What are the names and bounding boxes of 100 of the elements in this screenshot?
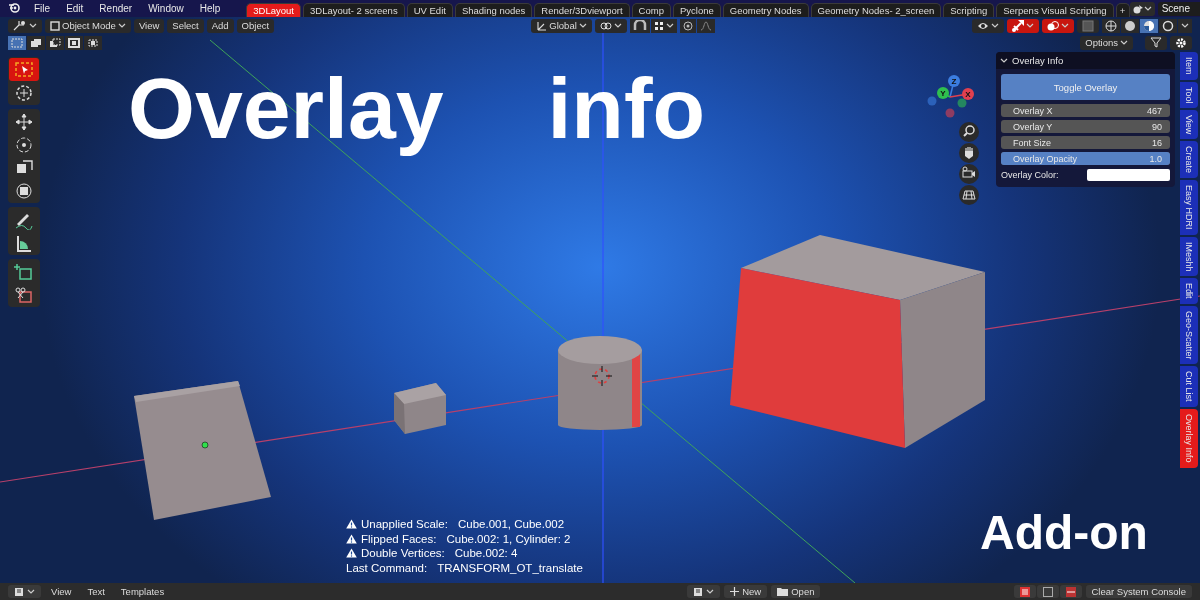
editor-type-button[interactable] [8, 18, 42, 33]
shading-button[interactable] [1102, 18, 1120, 33]
sidebar-tab[interactable]: IMeshh [1180, 236, 1198, 277]
shading-button[interactable] [1121, 18, 1139, 33]
circles-icon [1047, 19, 1059, 32]
panel-title: Overlay Info [1012, 55, 1064, 66]
caret-icon [1120, 39, 1128, 46]
menu-button[interactable]: Object [236, 18, 275, 33]
grid-icon[interactable] [959, 185, 979, 205]
info-value: Cube.002: 1, Cylinder: 2 [446, 531, 571, 546]
options-dropdown[interactable]: Options [1080, 35, 1133, 50]
workspace-tab[interactable]: Shading nodes [454, 3, 533, 17]
menu-button[interactable]: View [133, 18, 165, 33]
caret-icon [578, 22, 587, 29]
camera-icon[interactable] [959, 164, 979, 184]
sidebar-tab[interactable]: Overlay Info [1180, 409, 1198, 468]
menu-item[interactable]: Window [140, 0, 192, 17]
sidebar-tab[interactable]: Create [1180, 141, 1198, 179]
scene-icon [1132, 3, 1144, 14]
snap-toggle[interactable] [629, 18, 650, 33]
workspace-tab[interactable]: Scripting [943, 3, 995, 17]
menu-item[interactable]: Templates [114, 586, 171, 597]
menu-item[interactable]: Text [81, 586, 111, 597]
selection-icon [49, 37, 61, 48]
orientation-dropdown[interactable]: Global [531, 18, 592, 33]
magnet-icon [632, 20, 647, 31]
filter-button[interactable] [1145, 35, 1167, 50]
workspace-tab[interactable]: Geometry Nodes- 2_screen [810, 3, 942, 17]
select-mode-button[interactable] [84, 35, 102, 50]
selection-icon [30, 37, 42, 48]
proportional-toggle[interactable] [679, 18, 696, 33]
overlay-button[interactable] [1042, 18, 1074, 33]
xray-toggle[interactable] [1077, 18, 1099, 33]
select-mode-button[interactable] [8, 35, 26, 50]
scene-browse-button[interactable] [1129, 1, 1155, 16]
sphere-icon [1124, 19, 1136, 32]
color-swatch[interactable] [1087, 169, 1170, 181]
editor-type-button[interactable] [8, 585, 41, 598]
mode-dropdown[interactable]: Object Mode [45, 18, 131, 33]
workspace-tab[interactable]: 3DLayout [246, 3, 301, 17]
falloff-icon [699, 20, 712, 31]
shading-dropdown[interactable] [1178, 18, 1192, 33]
shading-button[interactable] [1140, 18, 1158, 33]
sidebar-tab[interactable]: View [1180, 110, 1198, 140]
panel-header[interactable]: Overlay Info [996, 52, 1175, 69]
select-mode-button[interactable] [46, 35, 64, 50]
menu-item[interactable]: Edit [58, 0, 92, 17]
sidebar-tab[interactable]: Geo-Scatter [1180, 305, 1198, 365]
gizmo-button[interactable] [1007, 18, 1039, 33]
scene-field[interactable]: Scene [1157, 1, 1200, 16]
gear-icon [1175, 36, 1187, 49]
number-field[interactable]: Font Size 16 [1001, 136, 1170, 149]
menu-item[interactable]: Help [191, 0, 229, 17]
layout-button[interactable] [1036, 585, 1059, 598]
settings-button[interactable] [1170, 35, 1192, 50]
new-button[interactable]: New [724, 585, 768, 598]
clear-console-button[interactable]: Clear System Console [1085, 585, 1192, 598]
workspace-tab[interactable]: Serpens Visual Scripting [996, 3, 1114, 17]
sidebar-tab[interactable]: Cut List [1180, 366, 1198, 407]
globe-icon [1105, 19, 1117, 32]
menu-button[interactable]: Select [167, 18, 204, 33]
open-button[interactable]: Open [771, 585, 821, 598]
menu-item[interactable]: File [26, 0, 59, 17]
panel-icon [1065, 586, 1076, 597]
number-field[interactable]: Overlay Y 90 [1001, 120, 1170, 133]
select-mode-button[interactable] [27, 35, 45, 50]
navigation-gizmo[interactable]: Z Y X [927, 75, 974, 118]
snap-dropdown[interactable] [650, 18, 677, 33]
menu-item[interactable]: View [45, 586, 78, 597]
list-icon [1019, 586, 1030, 597]
warning-icon [346, 533, 357, 544]
layout-button[interactable] [1013, 585, 1036, 598]
origin-point [201, 441, 209, 449]
sidebar-tab[interactable]: Tool [1180, 81, 1198, 109]
layout-button[interactable] [1059, 585, 1082, 598]
add-tab-button[interactable]: + [1115, 3, 1130, 17]
workspace-tab[interactable]: Geometry Nodes [722, 3, 809, 17]
menu-item[interactable]: Render [91, 0, 141, 17]
workspace-tab[interactable]: Pyclone [672, 3, 721, 17]
workspace-tab[interactable]: 3DLayout- 2 screens [303, 3, 405, 17]
number-field[interactable]: Overlay X 467 [1001, 104, 1170, 117]
selection-icon [11, 37, 23, 48]
sidebar-tab[interactable]: Item [1180, 52, 1198, 80]
workspace-tab[interactable]: Comp [631, 3, 671, 17]
addon-label: Add-on [980, 507, 1148, 560]
workspace-tab[interactable]: UV Edit [406, 3, 453, 17]
visibility-dropdown[interactable] [972, 18, 1004, 33]
half-sphere-icon [1143, 19, 1155, 32]
select-mode-button[interactable] [65, 35, 83, 50]
warning-icon [346, 519, 357, 530]
sidebar-tab[interactable]: Easy HDRI [1180, 180, 1198, 235]
toggle-overlay-button[interactable]: Toggle Overlay [1001, 74, 1170, 100]
zoom-icon[interactable] [959, 122, 979, 142]
workspace-tab[interactable]: Render/3Dviewport [534, 3, 630, 17]
sidebar-tab[interactable]: Edit [1180, 278, 1198, 304]
menu-button[interactable]: Add [206, 18, 234, 33]
pivot-dropdown[interactable] [594, 18, 627, 33]
caret-icon [29, 22, 37, 29]
shading-button[interactable] [1159, 18, 1177, 33]
text-browse-button[interactable] [687, 585, 721, 598]
